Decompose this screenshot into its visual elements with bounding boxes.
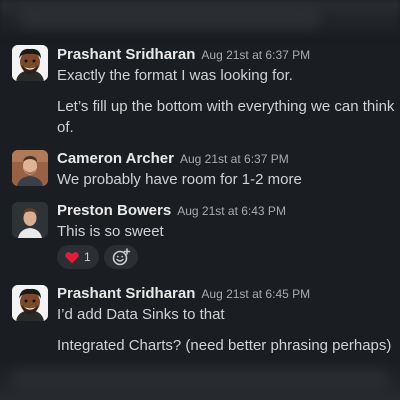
chat-window: Prashant Sridharan Aug 21st at 6:37 PM Ex… <box>0 0 400 400</box>
avatar[interactable] <box>12 150 48 186</box>
message-header: Prashant Sridharan Aug 21st at 6:45 PM <box>57 285 310 303</box>
blurred-composer-content <box>10 370 390 390</box>
message-text: Exactly the format I was looking for. <box>57 67 293 84</box>
message-header: Cameron Archer Aug 21st at 6:37 PM <box>57 150 289 168</box>
message-text: of. <box>57 119 74 136</box>
message-header: Prashant Sridharan Aug 21st at 6:37 PM <box>57 46 310 64</box>
avatar[interactable] <box>12 202 48 238</box>
heart-icon <box>65 251 79 263</box>
timestamp[interactable]: Aug 21st at 6:45 PM <box>201 287 310 301</box>
reaction-count: 1 <box>84 250 91 264</box>
avatar[interactable] <box>12 285 48 321</box>
author-name[interactable]: Preston Bowers <box>57 202 171 219</box>
avatar-cartoon-icon <box>12 285 48 321</box>
message-text: This is so sweet <box>57 223 164 240</box>
author-name[interactable]: Prashant Sridharan <box>57 46 195 63</box>
timestamp[interactable]: Aug 21st at 6:43 PM <box>177 204 286 218</box>
author-name[interactable]: Prashant Sridharan <box>57 285 195 302</box>
add-reaction-icon <box>112 248 131 266</box>
message-header: Preston Bowers Aug 21st at 6:43 PM <box>57 202 286 220</box>
author-name[interactable]: Cameron Archer <box>57 150 174 167</box>
avatar-photo-icon <box>12 202 48 238</box>
avatar-photo-icon <box>12 150 48 186</box>
message-text: Integrated Charts? (need better phrasing… <box>57 337 392 354</box>
message-text: I’d add Data Sinks to that <box>57 306 225 323</box>
message-text: We probably have room for 1-2 more <box>57 171 302 188</box>
message-text: Let’s fill up the bottom with everything… <box>57 98 395 115</box>
add-reaction-button[interactable] <box>104 245 138 269</box>
reaction-heart-button[interactable]: 1 <box>57 245 99 269</box>
timestamp[interactable]: Aug 21st at 6:37 PM <box>180 152 289 166</box>
avatar-cartoon-icon <box>12 45 48 81</box>
timestamp[interactable]: Aug 21st at 6:37 PM <box>201 48 310 62</box>
blurred-header-content <box>20 6 320 28</box>
avatar[interactable] <box>12 45 48 81</box>
